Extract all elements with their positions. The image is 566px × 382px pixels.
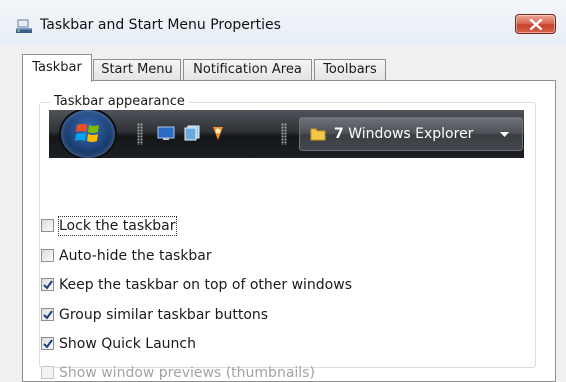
close-icon [529, 19, 543, 30]
toolbar-grip[interactable] [137, 123, 143, 145]
tab-label: Taskbar [32, 60, 82, 75]
window-previews-checkbox [41, 366, 54, 379]
group-title: Taskbar appearance [50, 94, 189, 110]
toolbar-grip[interactable] [281, 123, 287, 145]
grouped-window-count: 7 [334, 126, 344, 142]
option-label: Lock the taskbar [58, 216, 177, 236]
auto-hide-checkbox[interactable] [41, 249, 54, 262]
folder-icon [310, 126, 326, 142]
keep-on-top-checkbox[interactable] [41, 278, 54, 291]
tab-label: Notification Area [193, 62, 302, 77]
window-switcher-icon[interactable] [183, 125, 201, 141]
show-quick-launch-checkbox[interactable] [41, 337, 54, 350]
tab-label: Start Menu [101, 62, 173, 77]
option-label: Keep the taskbar on top of other windows [59, 277, 352, 293]
close-button[interactable] [515, 14, 556, 34]
tab-start-menu[interactable]: Start Menu [93, 59, 181, 81]
chevron-down-icon [500, 132, 509, 137]
taskbar-button-label: Windows Explorer [348, 126, 474, 142]
option-label: Show window previews (thumbnails) [59, 365, 315, 381]
group-buttons-checkbox[interactable] [41, 308, 54, 321]
option-label: Group similar taskbar buttons [59, 307, 269, 323]
taskbar-tab-panel: Taskbar appearance 7 Windows Explorer Lo… [22, 80, 556, 382]
title-bar: Taskbar and Start Menu Properties [0, 0, 566, 46]
tab-toolbars[interactable]: Toolbars [314, 59, 386, 81]
windows-start-orb-icon [61, 110, 115, 158]
taskbar-button-windows-explorer[interactable]: 7 Windows Explorer [299, 117, 523, 151]
show-desktop-icon[interactable] [157, 125, 175, 141]
checkmark-icon [43, 310, 53, 320]
lock-taskbar-checkbox[interactable] [41, 219, 54, 232]
media-player-icon[interactable] [209, 125, 227, 141]
option-label: Auto-hide the taskbar [59, 248, 212, 264]
tab-notification-area[interactable]: Notification Area [183, 59, 312, 81]
tab-label: Toolbars [323, 62, 377, 77]
dialog-body: Taskbar Start Menu Notification Area Too… [0, 46, 566, 382]
checkmark-icon [43, 280, 53, 290]
checkmark-icon [43, 339, 53, 349]
taskbar-preview: 7 Windows Explorer [49, 110, 524, 158]
tab-taskbar[interactable]: Taskbar [22, 54, 92, 82]
window-title: Taskbar and Start Menu Properties [40, 17, 281, 33]
option-label: Show Quick Launch [59, 336, 196, 352]
taskbar-properties-icon [15, 17, 33, 35]
